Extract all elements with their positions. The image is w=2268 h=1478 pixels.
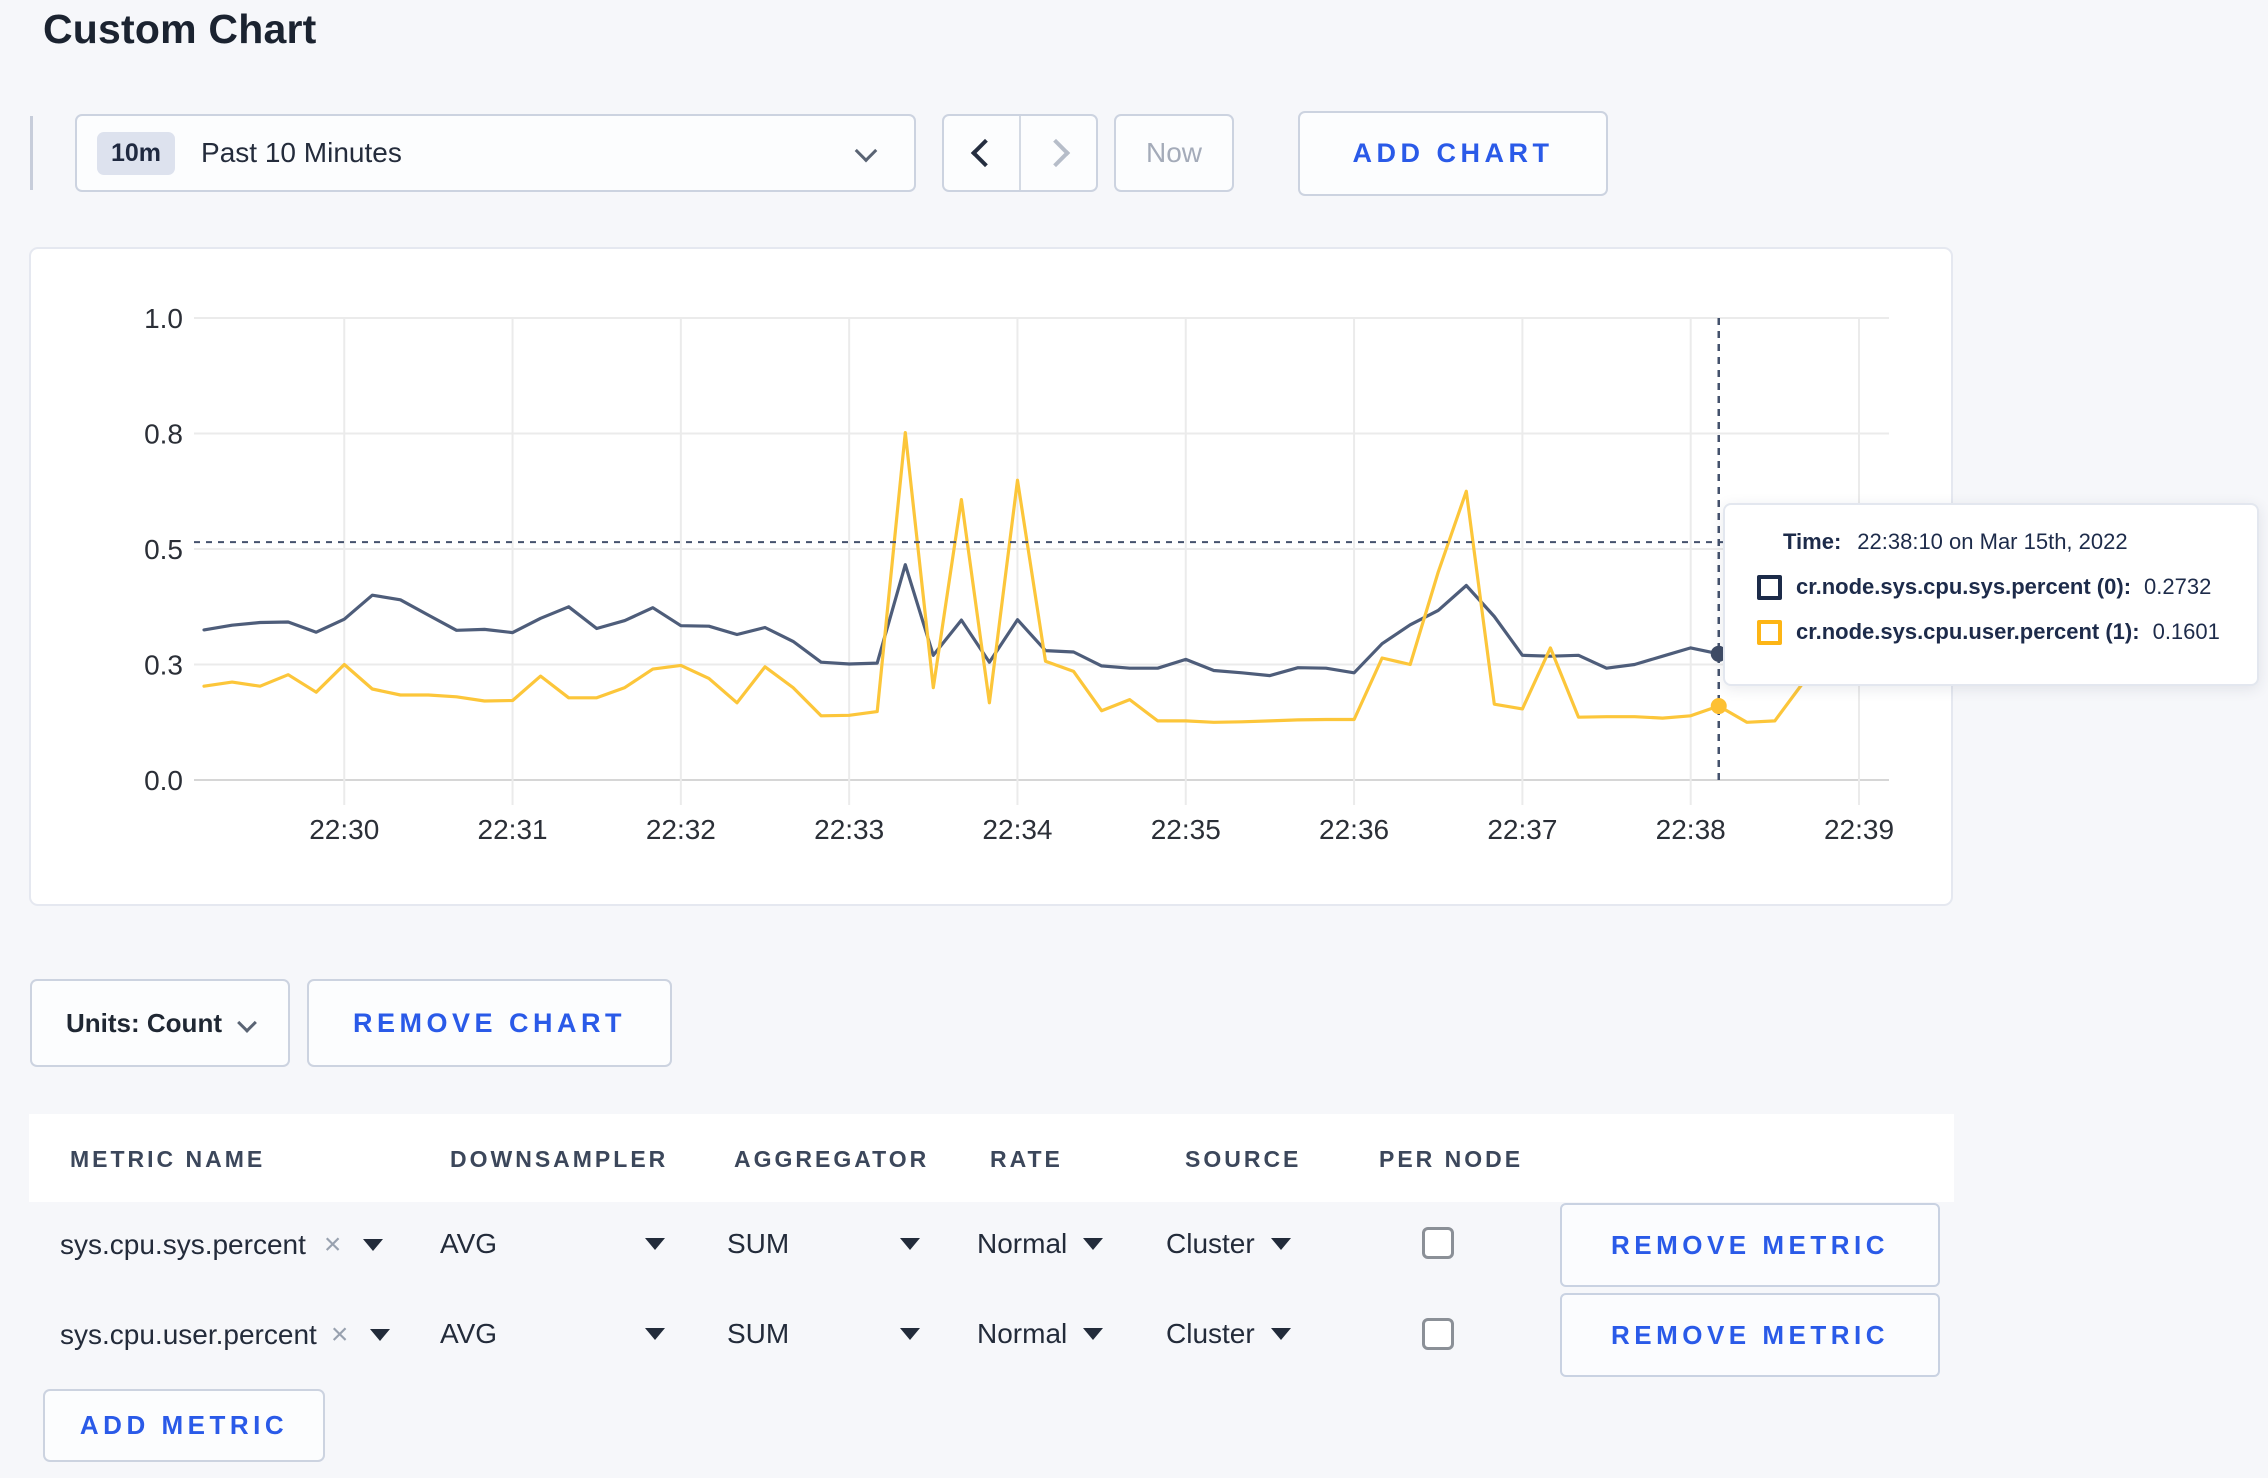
- svg-text:22:39: 22:39: [1824, 814, 1894, 845]
- downsampler-value: AVG: [440, 1228, 498, 1259]
- col-header-rate: RATE: [990, 1146, 1063, 1172]
- tooltip-time-value: 22:38:10 on Mar 15th, 2022: [1857, 529, 2128, 554]
- metric-name-value: sys.cpu.user.percent: [60, 1319, 317, 1350]
- caret-down-icon: [645, 1328, 665, 1340]
- chart-card: 0.0 0.3 0.5 0.8 1.0 22:30 22:31 22:32 22:33 22:34…: [29, 247, 1953, 906]
- caret-down-icon: [900, 1238, 920, 1250]
- svg-text:0.0: 0.0: [144, 765, 183, 796]
- caret-down-icon: [1270, 1238, 1291, 1250]
- now-button[interactable]: Now: [1114, 114, 1234, 192]
- col-header-per-node: PER NODE: [1379, 1146, 1524, 1172]
- svg-text:22:31: 22:31: [478, 814, 548, 845]
- svg-text:0.3: 0.3: [144, 650, 183, 681]
- remove-metric-button[interactable]: REMOVE METRIC: [1560, 1293, 1940, 1377]
- svg-text:22:36: 22:36: [1319, 814, 1389, 845]
- time-range-dropdown[interactable]: 10m Past 10 Minutes: [75, 114, 916, 192]
- clear-icon[interactable]: ×: [324, 1228, 342, 1262]
- caret-down-icon: [370, 1329, 391, 1341]
- units-dropdown[interactable]: Units: Count: [30, 979, 290, 1067]
- time-forward-button[interactable]: [1019, 116, 1096, 190]
- toolbar-accent-bar: [30, 116, 33, 190]
- tooltip-series-sys-value: 0.2732: [2144, 574, 2212, 599]
- col-header-source: SOURCE: [1185, 1146, 1302, 1172]
- tooltip-series-user-value: 0.1601: [2152, 619, 2220, 644]
- page-title: Custom Chart: [43, 6, 317, 52]
- svg-text:22:34: 22:34: [982, 814, 1052, 845]
- time-range-badge: 10m: [97, 131, 176, 175]
- add-metric-button[interactable]: ADD METRIC: [43, 1389, 325, 1462]
- downsampler-value: AVG: [440, 1318, 498, 1349]
- tooltip-series-sys-label: cr.node.sys.cpu.sys.percent (0):: [1796, 574, 2132, 599]
- metric-name-select[interactable]: sys.cpu.sys.percent ×: [60, 1228, 384, 1262]
- source-select[interactable]: Cluster: [1166, 1228, 1291, 1260]
- caret-down-icon: [645, 1238, 665, 1250]
- tooltip-time-label: Time:: [1783, 529, 1842, 554]
- svg-text:22:35: 22:35: [1151, 814, 1221, 845]
- chevron-down-icon: [237, 1013, 257, 1033]
- series-sys-swatch-icon: [1757, 574, 1782, 600]
- time-pager: [942, 114, 1098, 192]
- time-range-label: Past 10 Minutes: [201, 137, 402, 168]
- rate-select[interactable]: Normal: [977, 1228, 1104, 1260]
- caret-down-icon: [900, 1328, 920, 1340]
- remove-metric-button[interactable]: REMOVE METRIC: [1560, 1203, 1940, 1287]
- svg-text:22:37: 22:37: [1487, 814, 1557, 845]
- rate-select[interactable]: Normal: [977, 1318, 1104, 1350]
- chart-tooltip: Time: 22:38:10 on Mar 15th, 2022 cr.node…: [1723, 503, 2259, 686]
- downsampler-select[interactable]: AVG: [440, 1318, 665, 1350]
- svg-text:22:32: 22:32: [646, 814, 716, 845]
- aggregator-select[interactable]: SUM: [727, 1318, 920, 1350]
- col-header-downsampler: DOWNSAMPLER: [450, 1146, 669, 1172]
- chevron-down-icon: [854, 139, 878, 163]
- svg-text:0.8: 0.8: [144, 419, 183, 450]
- timeseries-chart[interactable]: 0.0 0.3 0.5 0.8 1.0 22:30 22:31 22:32 22:33 22:34…: [31, 249, 1955, 908]
- rate-value: Normal: [977, 1318, 1068, 1349]
- custom-chart-page: Custom Chart 10m Past 10 Minutes Now ADD…: [0, 0, 2268, 1478]
- rate-value: Normal: [977, 1228, 1068, 1259]
- source-value: Cluster: [1166, 1228, 1255, 1259]
- chevron-left-icon: [970, 138, 999, 168]
- metric-name-value: sys.cpu.sys.percent: [60, 1229, 306, 1260]
- remove-chart-button[interactable]: REMOVE CHART: [307, 979, 672, 1067]
- metric-name-select[interactable]: sys.cpu.user.percent ×: [60, 1318, 391, 1352]
- per-node-checkbox[interactable]: [1422, 1318, 1454, 1350]
- time-back-button[interactable]: [944, 116, 1019, 190]
- caret-down-icon: [1270, 1328, 1291, 1340]
- caret-down-icon: [1083, 1328, 1104, 1340]
- add-chart-button[interactable]: ADD CHART: [1298, 111, 1608, 196]
- svg-text:22:33: 22:33: [814, 814, 884, 845]
- aggregator-value: SUM: [727, 1318, 790, 1349]
- per-node-checkbox[interactable]: [1422, 1227, 1454, 1259]
- source-value: Cluster: [1166, 1318, 1255, 1349]
- aggregator-select[interactable]: SUM: [727, 1228, 920, 1260]
- svg-text:22:38: 22:38: [1656, 814, 1726, 845]
- caret-down-icon: [363, 1239, 384, 1251]
- svg-text:0.5: 0.5: [144, 534, 183, 565]
- downsampler-select[interactable]: AVG: [440, 1228, 665, 1260]
- col-header-metric-name: METRIC NAME: [70, 1146, 266, 1172]
- col-header-aggregator: AGGREGATOR: [734, 1146, 930, 1172]
- svg-text:22:30: 22:30: [309, 814, 379, 845]
- tooltip-series-user-label: cr.node.sys.cpu.user.percent (1):: [1796, 619, 2140, 644]
- svg-text:1.0: 1.0: [144, 303, 183, 334]
- metrics-table-header: METRIC NAME DOWNSAMPLER AGGREGATOR RATE …: [29, 1114, 1954, 1202]
- clear-icon[interactable]: ×: [331, 1318, 349, 1352]
- units-label: Units: Count: [66, 1007, 222, 1038]
- source-select[interactable]: Cluster: [1166, 1318, 1291, 1350]
- series-user-swatch-icon: [1757, 619, 1782, 645]
- caret-down-icon: [1083, 1238, 1104, 1250]
- aggregator-value: SUM: [727, 1228, 790, 1259]
- chevron-right-icon: [1041, 138, 1070, 168]
